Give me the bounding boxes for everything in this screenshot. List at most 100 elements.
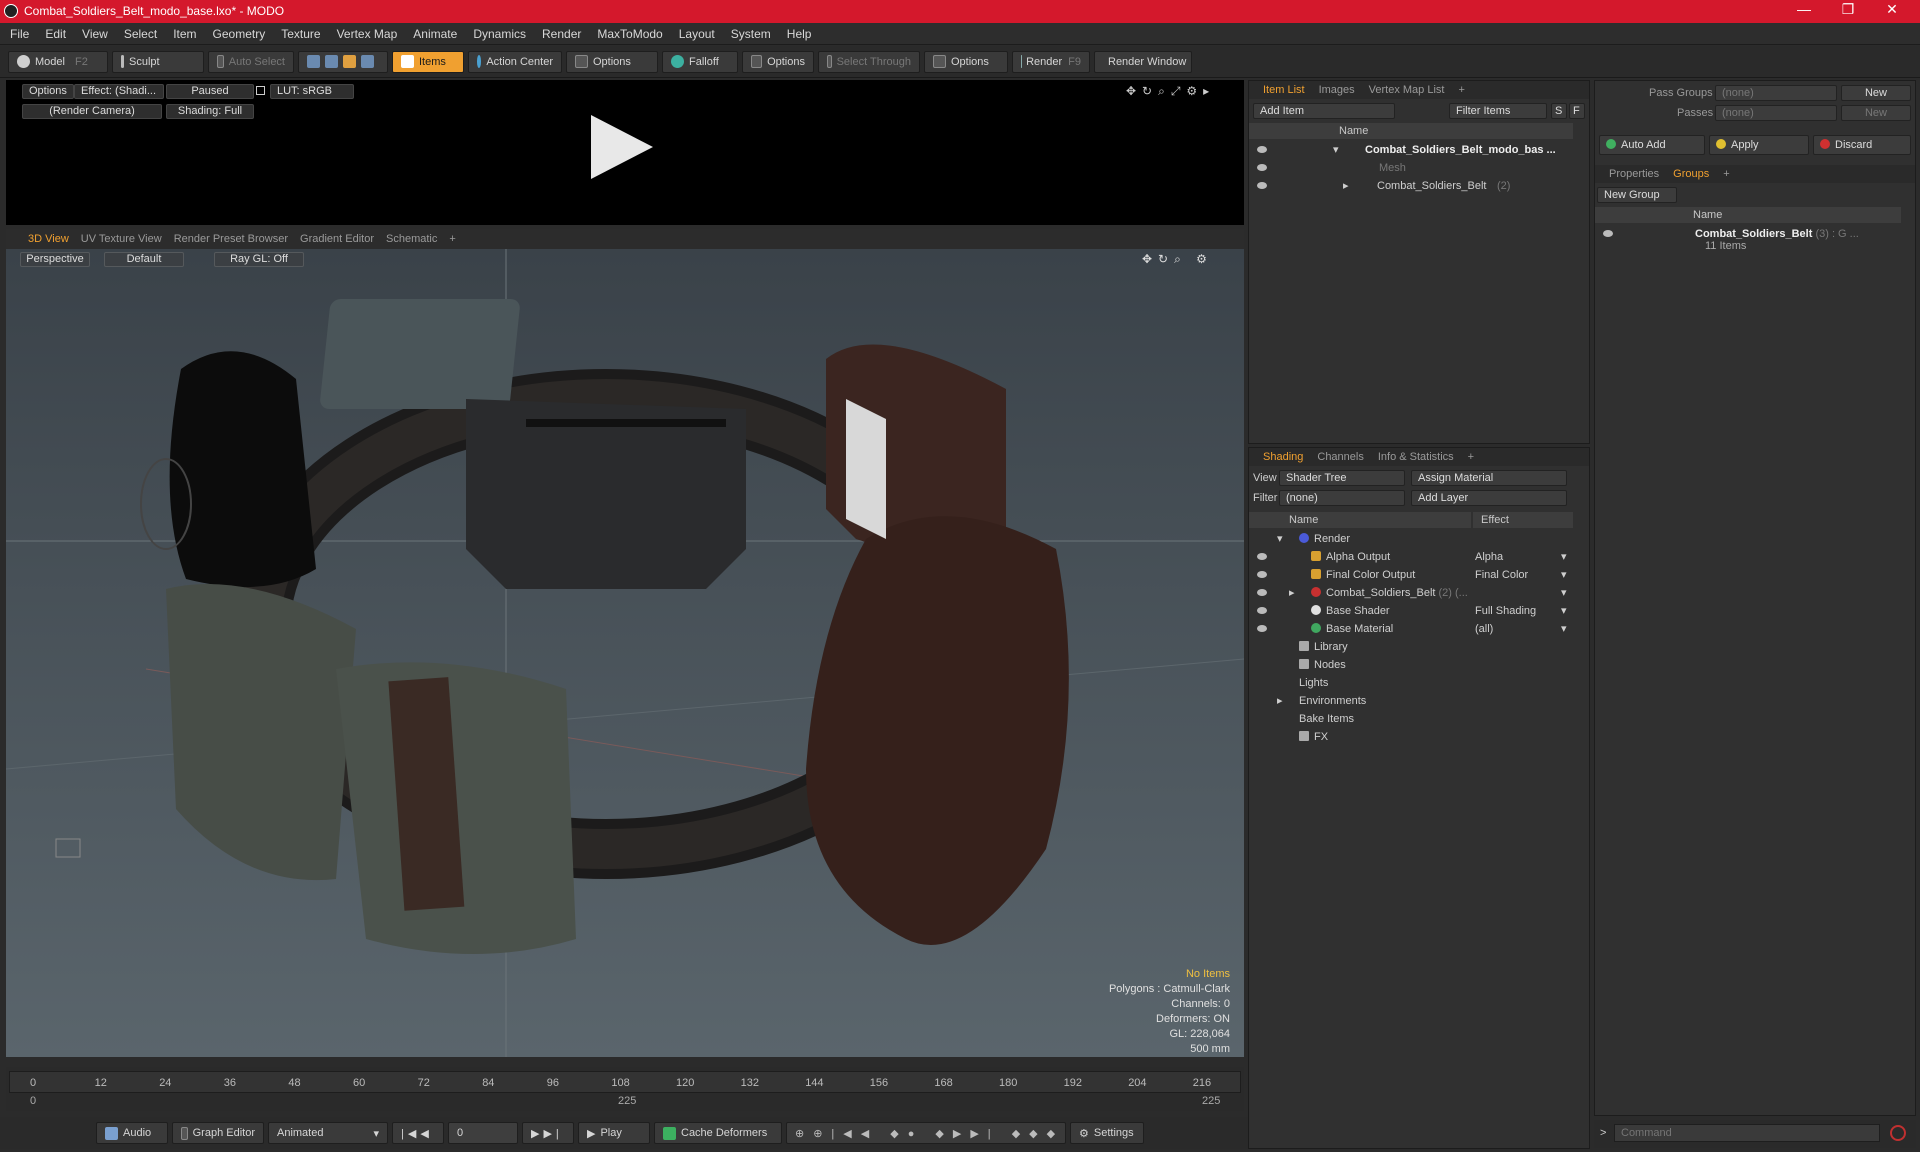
effect-dropdown[interactable]: Effect: (Shadi... (74, 84, 164, 99)
menu-system[interactable]: System (731, 27, 771, 41)
menu-file[interactable]: File (10, 27, 29, 41)
menu-texture[interactable]: Texture (281, 27, 320, 41)
eye-icon[interactable] (1257, 164, 1267, 171)
tree-row-mesh[interactable]: Mesh (1249, 159, 1573, 177)
discard-button[interactable]: Discard (1813, 135, 1911, 155)
shader-row-fx[interactable]: FX (1249, 728, 1573, 746)
falloff-button[interactable]: Falloff (662, 50, 738, 73)
cache-deformers-button[interactable]: Cache Deformers (654, 1122, 782, 1144)
eye-icon[interactable] (1257, 553, 1267, 560)
tab-render-preset-browser[interactable]: Render Preset Browser (174, 233, 288, 245)
filter-dropdown[interactable]: (none) (1279, 490, 1405, 506)
shader-row-lights[interactable]: Lights (1249, 674, 1573, 692)
menu-layout[interactable]: Layout (679, 27, 715, 41)
tab-groups[interactable]: Groups (1673, 168, 1709, 180)
animated-dropdown[interactable]: Animated ▾ (268, 1122, 388, 1144)
tab-schematic[interactable]: Schematic (386, 233, 437, 245)
shader-row-material-group[interactable]: ▸ Combat_Soldiers_Belt (2) (... ▾ (1249, 584, 1573, 602)
menu-dynamics[interactable]: Dynamics (473, 27, 526, 41)
tab-gradient-editor[interactable]: Gradient Editor (300, 233, 374, 245)
apply-button[interactable]: Apply (1709, 135, 1809, 155)
eye-icon[interactable] (1257, 571, 1267, 578)
shader-row-final-color[interactable]: Final Color Output Final Color ▾ (1249, 566, 1573, 584)
assign-material-button[interactable]: Assign Material (1411, 470, 1567, 486)
minimize-button[interactable]: — (1784, 1, 1824, 17)
3d-viewport[interactable]: Perspective Default Ray GL: Off ✥↻⌕ ⚙ No… (6, 249, 1244, 1057)
selection-mode-buttons[interactable] (298, 50, 388, 73)
new-pass-group-button[interactable]: New (1841, 85, 1911, 101)
timeline[interactable]: 0 12 24 36 48 60 72 84 96 108 120 132 144 156 168 180 19… (6, 1067, 1244, 1111)
lut-dropdown[interactable]: LUT: sRGB (270, 84, 354, 99)
group-row[interactable]: Combat_Soldiers_Belt (3) : G ... 11 Item… (1595, 225, 1915, 255)
action-center-button[interactable]: Action Center (468, 50, 562, 73)
passes-dropdown[interactable]: (none) (1715, 105, 1837, 121)
paused-button[interactable]: Paused (166, 84, 254, 99)
frame-nav-forward[interactable]: ▶▶| (522, 1122, 574, 1144)
base-shader-effect[interactable]: Full Shading (1475, 602, 1536, 620)
view-dropdown[interactable]: Shader Tree (1279, 470, 1405, 486)
eye-icon[interactable] (1257, 182, 1267, 189)
select-options-button[interactable]: Options (924, 50, 1008, 73)
menu-geometry[interactable]: Geometry (213, 27, 266, 41)
chevron-down-icon[interactable]: ▾ (1561, 620, 1567, 638)
auto-select-button[interactable]: Auto Select (208, 50, 294, 73)
tab-shading[interactable]: Shading (1263, 451, 1303, 463)
tab-channels[interactable]: Channels (1317, 451, 1363, 463)
items-button[interactable]: Items (392, 50, 464, 73)
menu-view[interactable]: View (82, 27, 108, 41)
record-icon[interactable] (1890, 1125, 1906, 1141)
name-column-header[interactable]: Name (1595, 207, 1901, 223)
menu-render[interactable]: Render (542, 27, 581, 41)
shader-row-environments[interactable]: ▸ Environments (1249, 692, 1573, 710)
frame-input[interactable]: 0 (448, 1122, 518, 1144)
tab-images[interactable]: Images (1319, 84, 1355, 96)
chevron-down-icon[interactable]: ▾ (1561, 602, 1567, 620)
render-button[interactable]: Render F9 (1012, 50, 1090, 73)
menu-edit[interactable]: Edit (45, 27, 66, 41)
settings-button[interactable]: ⚙ Settings (1070, 1122, 1144, 1144)
add-item-dropdown[interactable]: Add Item (1253, 103, 1395, 119)
add-tab-button[interactable]: + (1468, 451, 1474, 463)
tab-3d-view[interactable]: 3D View (28, 233, 69, 245)
chevron-down-icon[interactable]: ▾ (1561, 548, 1567, 566)
sculpt-button[interactable]: Sculpt (112, 50, 204, 73)
lock-icon[interactable] (256, 86, 265, 95)
model-button[interactable]: Model F2 (8, 50, 108, 73)
eye-icon[interactable] (1603, 230, 1613, 237)
menu-maxtomodo[interactable]: MaxToModo (597, 27, 662, 41)
alpha-effect[interactable]: Alpha (1475, 548, 1503, 566)
shader-row-base-material[interactable]: Base Material (all) ▾ (1249, 620, 1573, 638)
effect-column-header[interactable]: Effect (1473, 512, 1573, 528)
menu-select[interactable]: Select (124, 27, 157, 41)
menu-vertex-map[interactable]: Vertex Map (337, 27, 398, 41)
camera-dropdown[interactable]: (Render Camera) (22, 104, 162, 119)
chevron-down-icon[interactable]: ▾ (1561, 566, 1567, 584)
eye-icon[interactable] (1257, 589, 1267, 596)
new-pass-button[interactable]: New (1841, 105, 1911, 121)
base-material-effect[interactable]: (all) (1475, 620, 1493, 638)
s-button[interactable]: S (1551, 103, 1567, 119)
tree-row-group[interactable]: ▸ Combat_Soldiers_Belt (2) (1249, 177, 1573, 195)
close-button[interactable]: ✕ (1872, 1, 1912, 18)
add-tab-button[interactable]: + (449, 233, 455, 245)
new-group-button[interactable]: New Group (1597, 187, 1677, 203)
add-tab-button[interactable]: + (1723, 168, 1729, 180)
tree-row-scene[interactable]: Combat_Soldiers_Belt_modo_bas ... ▾ (1249, 141, 1573, 159)
render-window-button[interactable]: Render Window (1094, 50, 1192, 73)
preview-options-button[interactable]: Options (22, 84, 74, 99)
falloff-options-button[interactable]: Options (742, 50, 814, 73)
final-color-effect[interactable]: Final Color (1475, 566, 1528, 584)
tab-uv-texture-view[interactable]: UV Texture View (81, 233, 162, 245)
action-options-button[interactable]: Options (566, 50, 658, 73)
shader-row-bake-items[interactable]: Bake Items (1249, 710, 1573, 728)
graph-editor-button[interactable]: Graph Editor (172, 1122, 264, 1144)
tab-properties[interactable]: Properties (1609, 168, 1659, 180)
menu-help[interactable]: Help (787, 27, 812, 41)
tab-info-statistics[interactable]: Info & Statistics (1378, 451, 1454, 463)
shader-row-base-shader[interactable]: Base Shader Full Shading ▾ (1249, 602, 1573, 620)
expand-icon[interactable]: ▸ (1343, 177, 1349, 195)
shader-row-library[interactable]: Library (1249, 638, 1573, 656)
name-column-header[interactable]: Name (1249, 123, 1573, 139)
command-input[interactable] (1614, 1124, 1880, 1142)
restore-button[interactable]: ❐ (1828, 1, 1868, 18)
